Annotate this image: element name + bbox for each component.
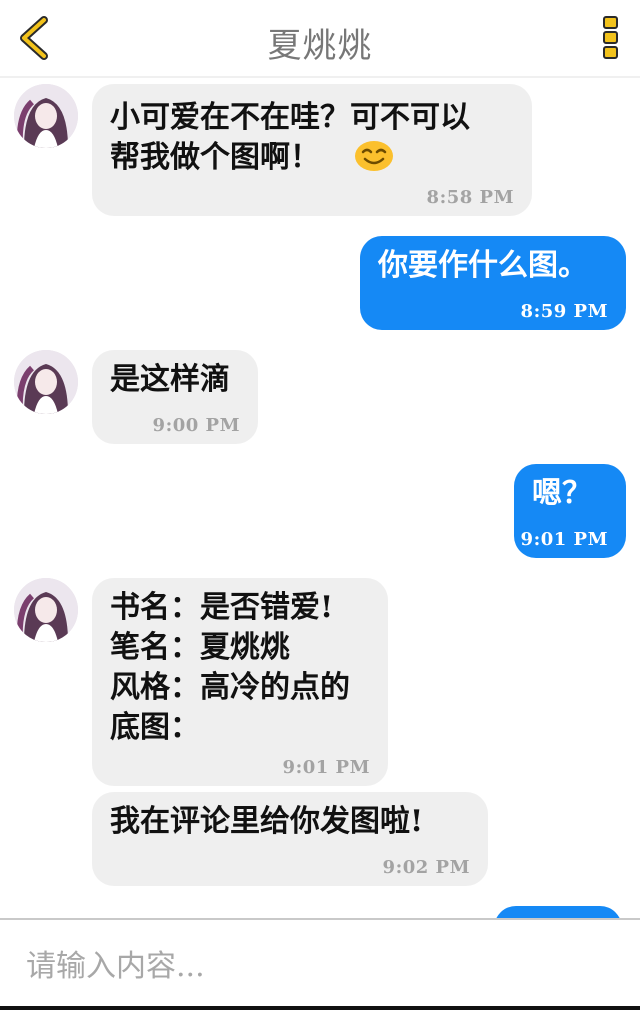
message-timestamp: 9:00 PM bbox=[152, 415, 240, 436]
message-input[interactable] bbox=[24, 938, 618, 994]
message-bubble-incoming[interactable]: 书名：是否错爱! 笔名：夏烑烑 风格：高冷的点的 底图： 9:01 PM bbox=[92, 578, 388, 786]
message-input-bar bbox=[0, 918, 640, 1010]
message-text: 书名：是否错爱! 笔名：夏烑烑 风格：高冷的点的 底图： bbox=[110, 590, 350, 745]
avatar-image bbox=[14, 350, 78, 414]
chat-screen: 夏烑烑 小可爱在不在哇？可不可以 帮我做个图啊！ 8:58 PM 你要作什么图。… bbox=[0, 0, 640, 1010]
vertical-dots-icon bbox=[603, 16, 618, 59]
menu-button[interactable] bbox=[600, 14, 622, 62]
message-text: 嗯？ bbox=[532, 476, 592, 511]
message-timestamp: 9:01 PM bbox=[282, 757, 370, 778]
message-text-content: 小可爱在不在哇？可不可以 帮我做个图啊！ bbox=[110, 100, 470, 175]
contact-avatar[interactable] bbox=[14, 578, 78, 642]
message-bubble-outgoing[interactable]: 嗯？ 9:01 PM bbox=[514, 464, 626, 558]
message-text: 小可爱在不在哇？可不可以 帮我做个图啊！ bbox=[110, 98, 470, 178]
message-text: 是这样滴 bbox=[110, 362, 230, 397]
message-timestamp: 9:02 PM bbox=[382, 857, 470, 878]
message-timestamp: 9:01 PM bbox=[520, 529, 608, 550]
contact-avatar[interactable] bbox=[14, 84, 78, 148]
message-bubble-outgoing[interactable]: 你要作什么图。 8:59 PM bbox=[360, 236, 626, 330]
message-text: 我在评论里给你发图啦! bbox=[110, 804, 424, 839]
message-timestamp: 8:58 PM bbox=[426, 187, 514, 208]
conversation-title: 夏烑烑 bbox=[267, 26, 373, 66]
message-bubble-incoming[interactable]: 我在评论里给你发图啦! 9:02 PM bbox=[92, 792, 488, 886]
smiling-face-emoji-icon bbox=[354, 140, 394, 176]
message-timestamp: 8:59 PM bbox=[520, 301, 608, 322]
contact-avatar[interactable] bbox=[14, 350, 78, 414]
message-bubble-outgoing-partial[interactable] bbox=[494, 906, 622, 918]
message-text: 你要作什么图。 bbox=[378, 248, 588, 283]
bottom-divider bbox=[0, 1006, 640, 1010]
message-bubble-incoming[interactable]: 是这样滴 9:00 PM bbox=[92, 350, 258, 444]
message-list[interactable]: 小可爱在不在哇？可不可以 帮我做个图啊！ 8:58 PM 你要作什么图。 8:5… bbox=[0, 78, 640, 918]
message-bubble-incoming[interactable]: 小可爱在不在哇？可不可以 帮我做个图啊！ 8:58 PM bbox=[92, 84, 532, 216]
top-bar: 夏烑烑 bbox=[0, 0, 640, 78]
avatar-image bbox=[14, 84, 78, 148]
avatar-image bbox=[14, 578, 78, 642]
